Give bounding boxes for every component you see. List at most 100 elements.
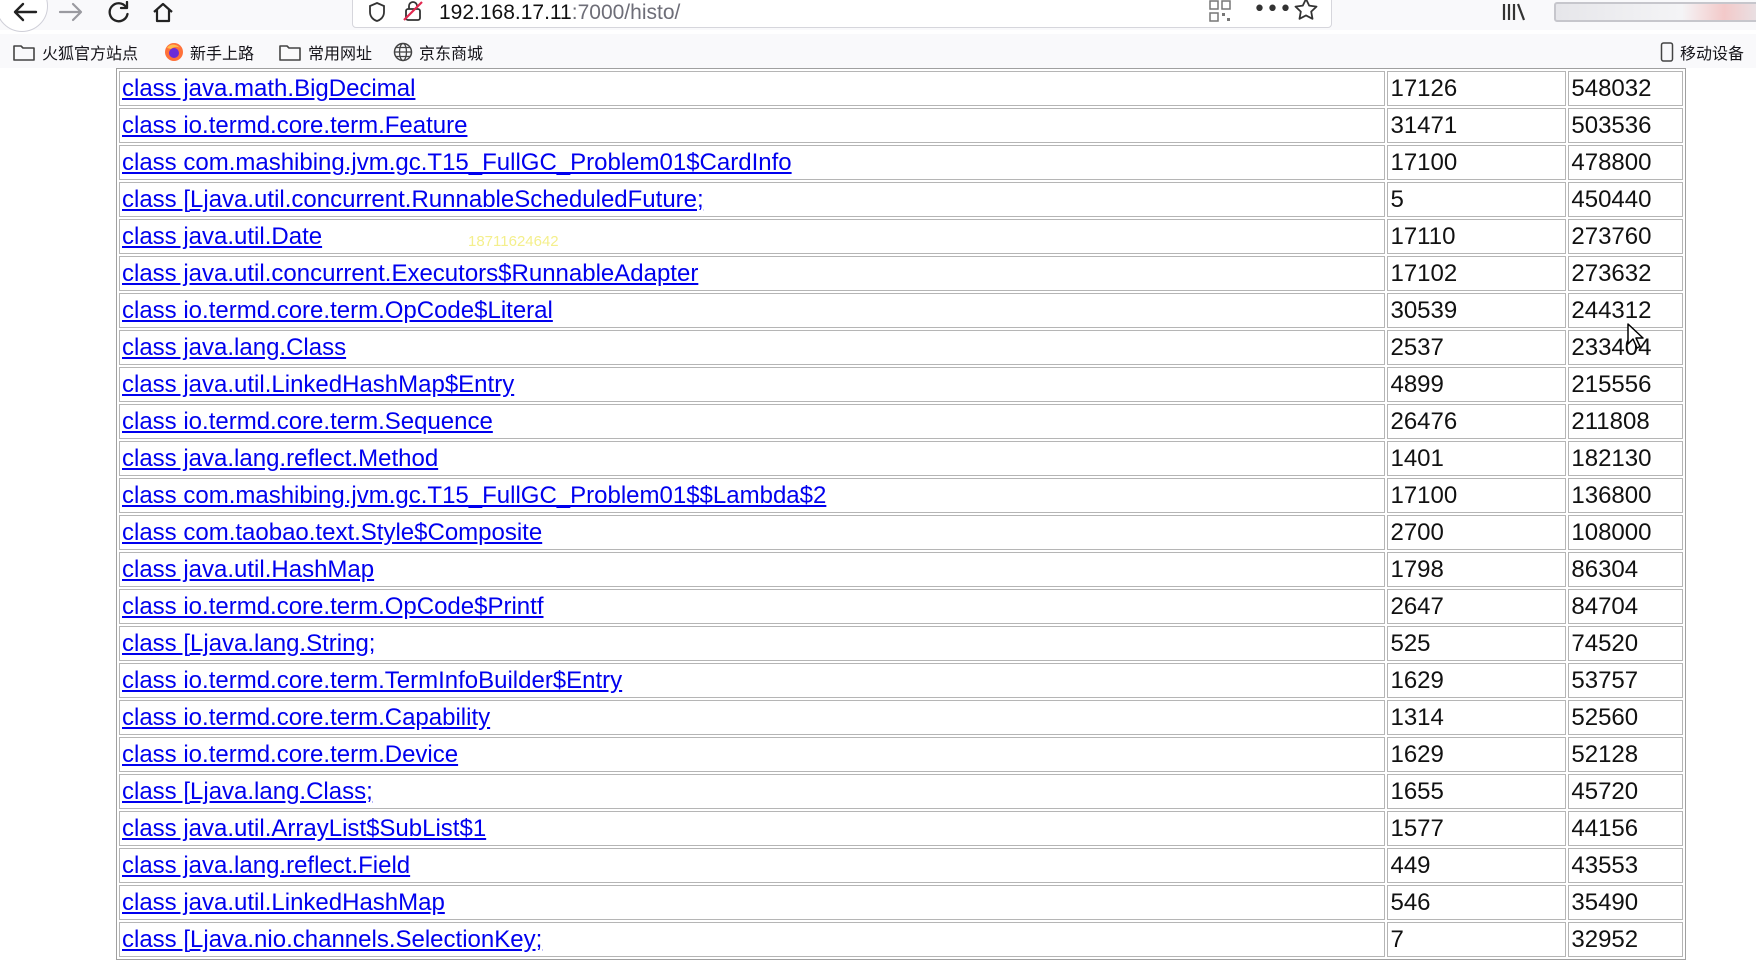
- class-link[interactable]: class java.util.LinkedHashMap$Entry: [122, 371, 514, 398]
- instance-count-cell: 449: [1387, 848, 1567, 883]
- bookmark-item-jd[interactable]: 京东商城: [393, 40, 483, 64]
- table-row: class io.termd.core.term.Device 1629 52128: [119, 737, 1683, 772]
- table-row: class io.termd.core.term.OpCode$Printf 26…: [119, 589, 1683, 624]
- instance-count-cell: 1577: [1387, 811, 1567, 846]
- class-name-cell: class [Ljava.lang.String;: [119, 626, 1386, 661]
- class-link[interactable]: class [Ljava.util.concurrent.RunnableSch…: [122, 186, 704, 213]
- class-link[interactable]: class [Ljava.lang.String;: [122, 630, 375, 657]
- bytes-cell: 182130: [1568, 441, 1683, 476]
- bytes-cell: 503536: [1568, 108, 1683, 143]
- table-row: class io.termd.core.term.Feature 31471 503…: [119, 108, 1683, 143]
- browser-toolbar: 192.168.17.11:7000/histo/ •••: [0, 0, 1756, 32]
- back-arrow-icon[interactable]: [10, 0, 40, 24]
- instance-count-cell: 1798: [1387, 552, 1567, 587]
- bytes-cell: 136800: [1568, 478, 1683, 513]
- home-icon[interactable]: [148, 0, 178, 24]
- bookmark-label: 火狐官方站点: [42, 44, 139, 63]
- instance-count-cell: 2700: [1387, 515, 1567, 550]
- more-actions-icon[interactable]: •••: [1253, 0, 1292, 22]
- mouse-cursor-icon: [1626, 322, 1646, 354]
- star-bookmark-icon[interactable]: [1293, 0, 1319, 25]
- class-link[interactable]: class [Ljava.lang.Class;: [122, 778, 373, 805]
- table-row: class java.util.Date 17110 273760: [119, 219, 1683, 254]
- class-link[interactable]: class java.util.Date: [122, 223, 322, 250]
- mobile-bookmarks[interactable]: 移动设备: [1660, 40, 1744, 64]
- page-content: class java.math.BigDecimal 17126 548032 cla…: [116, 68, 1686, 960]
- instance-count-cell: 4899: [1387, 367, 1567, 402]
- class-link[interactable]: class com.taobao.text.Style$Composite: [122, 519, 542, 546]
- forward-arrow-icon[interactable]: [56, 0, 86, 24]
- bookmark-label: 移动设备: [1680, 44, 1745, 63]
- class-link[interactable]: class com.mashibing.jvm.gc.T15_FullGC_Pr…: [122, 149, 792, 176]
- bookmark-item-common-sites[interactable]: 常用网址: [278, 40, 372, 64]
- bookmark-item-getting-started[interactable]: 新手上路: [164, 40, 254, 64]
- class-name-cell: class io.termd.core.term.Device: [119, 737, 1386, 772]
- bookmarks-toolbar: 火狐官方站点 新手上路 常用网址 京东商城 移动设备: [0, 34, 1756, 68]
- folder-icon: [13, 45, 35, 61]
- instance-count-cell: 1629: [1387, 737, 1567, 772]
- bytes-cell: 43553: [1568, 848, 1683, 883]
- table-row: class io.termd.core.term.TermInfoBuilder…: [119, 663, 1683, 698]
- class-name-cell: class [Ljava.nio.channels.SelectionKey;: [119, 922, 1386, 957]
- watermark-text: 18711624642: [468, 233, 559, 250]
- class-name-cell: class com.mashibing.jvm.gc.T15_FullGC_Pr…: [119, 145, 1386, 180]
- shield-icon[interactable]: [367, 1, 387, 27]
- instance-count-cell: 17100: [1387, 478, 1567, 513]
- table-row: class java.util.LinkedHashMap 546 35490: [119, 885, 1683, 920]
- class-link[interactable]: class java.util.HashMap: [122, 556, 374, 583]
- class-name-cell: class java.lang.reflect.Method: [119, 441, 1386, 476]
- class-link[interactable]: class java.lang.reflect.Method: [122, 445, 438, 472]
- table-row: class java.math.BigDecimal 17126 548032: [119, 71, 1683, 106]
- table-row: class [Ljava.util.concurrent.RunnableSch…: [119, 182, 1683, 217]
- class-link[interactable]: class java.util.ArrayList$SubList$1: [122, 815, 486, 842]
- table-row: class java.util.LinkedHashMap$Entry 4899 2…: [119, 367, 1683, 402]
- table-row: class java.lang.Class 2537 233404: [119, 330, 1683, 365]
- class-link[interactable]: class io.termd.core.term.Feature: [122, 112, 467, 139]
- class-name-cell: class io.termd.core.term.TermInfoBuilder…: [119, 663, 1386, 698]
- class-name-cell: class java.lang.reflect.Field: [119, 848, 1386, 883]
- table-row: class io.termd.core.term.OpCode$Literal 3…: [119, 293, 1683, 328]
- class-link[interactable]: class io.termd.core.term.Capability: [122, 704, 490, 731]
- bookmark-item-official-site[interactable]: 火狐官方站点: [12, 40, 138, 64]
- class-link[interactable]: class com.mashibing.jvm.gc.T15_FullGC_Pr…: [122, 482, 826, 509]
- class-link[interactable]: class io.termd.core.term.OpCode$Literal: [122, 297, 553, 324]
- class-link[interactable]: class io.termd.core.term.OpCode$Printf: [122, 593, 544, 620]
- class-link[interactable]: class java.lang.reflect.Field: [122, 852, 410, 879]
- table-row: class [Ljava.nio.channels.SelectionKey; 7…: [119, 922, 1683, 957]
- bytes-cell: 548032: [1568, 71, 1683, 106]
- class-link[interactable]: class java.util.LinkedHashMap: [122, 889, 445, 916]
- url-text[interactable]: 192.168.17.11:7000/histo/: [439, 1, 680, 25]
- histogram-table: class java.math.BigDecimal 17126 548032 cla…: [116, 68, 1686, 960]
- class-link[interactable]: class io.termd.core.term.TermInfoBuilder…: [122, 667, 622, 694]
- bytes-cell: 44156: [1568, 811, 1683, 846]
- url-bar[interactable]: 192.168.17.11:7000/histo/ •••: [352, 0, 1332, 28]
- qr-code-icon[interactable]: [1209, 0, 1231, 26]
- class-name-cell: class com.mashibing.jvm.gc.T15_FullGC_Pr…: [119, 478, 1386, 513]
- table-row: class java.lang.reflect.Method 1401 182130: [119, 441, 1683, 476]
- instance-count-cell: 1401: [1387, 441, 1567, 476]
- table-row: class com.mashibing.jvm.gc.T15_FullGC_Pr…: [119, 145, 1683, 180]
- class-link[interactable]: class io.termd.core.term.Device: [122, 741, 458, 768]
- class-link[interactable]: class java.util.concurrent.Executors$Run…: [122, 260, 698, 287]
- instance-count-cell: 17102: [1387, 256, 1567, 291]
- account-bar[interactable]: [1554, 2, 1756, 22]
- bytes-cell: 273760: [1568, 219, 1683, 254]
- class-link[interactable]: class [Ljava.nio.channels.SelectionKey;: [122, 926, 542, 953]
- class-link[interactable]: class io.termd.core.term.Sequence: [122, 408, 493, 435]
- globe-icon: [393, 42, 413, 62]
- library-icon[interactable]: [1500, 0, 1528, 26]
- instance-count-cell: 1314: [1387, 700, 1567, 735]
- bytes-cell: 108000: [1568, 515, 1683, 550]
- bytes-cell: 32952: [1568, 922, 1683, 957]
- bytes-cell: 211808: [1568, 404, 1683, 439]
- firefox-icon: [165, 43, 183, 61]
- class-name-cell: class com.taobao.text.Style$Composite: [119, 515, 1386, 550]
- class-link[interactable]: class java.lang.Class: [122, 334, 346, 361]
- class-name-cell: class [Ljava.lang.Class;: [119, 774, 1386, 809]
- reload-icon[interactable]: [104, 0, 134, 24]
- bytes-cell: 478800: [1568, 145, 1683, 180]
- class-link[interactable]: class java.math.BigDecimal: [122, 75, 415, 102]
- class-name-cell: class io.termd.core.term.Sequence: [119, 404, 1386, 439]
- class-name-cell: class java.util.LinkedHashMap: [119, 885, 1386, 920]
- insecure-lock-icon[interactable]: [401, 0, 425, 27]
